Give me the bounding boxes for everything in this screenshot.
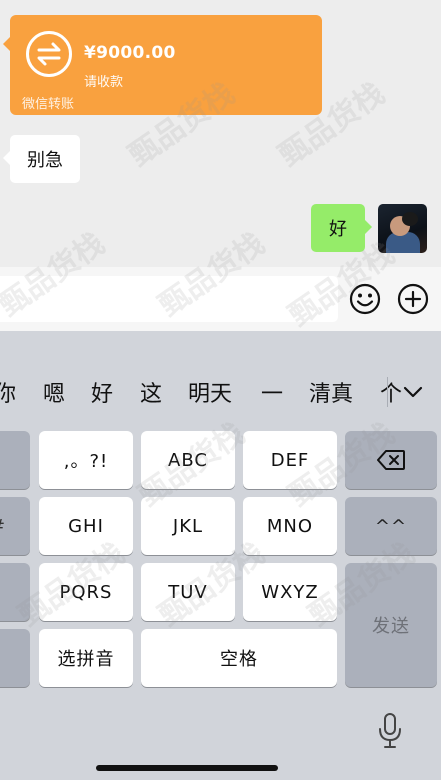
candidate-item[interactable]: 这	[140, 371, 162, 413]
transfer-icon	[26, 31, 72, 77]
keyboard: 你 嗯 好 这 明天 一 清真 个 ,。?! ABC DEF # GHI JKL…	[0, 331, 441, 780]
candidate-item[interactable]: 好	[91, 371, 113, 413]
left-function-key[interactable]	[0, 563, 30, 621]
key-wxyz[interactable]: WXYZ	[243, 563, 337, 621]
emoticon-key[interactable]: ^^	[345, 497, 437, 555]
key-abc[interactable]: ABC	[141, 431, 235, 489]
left-function-key[interactable]	[0, 431, 30, 489]
send-button[interactable]: 发送	[345, 563, 437, 687]
left-function-key[interactable]: #	[0, 497, 30, 555]
candidate-item[interactable]: 你	[0, 371, 16, 413]
sent-message[interactable]: 好	[311, 204, 372, 252]
key-pqrs[interactable]: PQRS	[39, 563, 133, 621]
left-key-label: #	[0, 516, 6, 537]
transfer-note: 请收款	[84, 75, 124, 90]
home-indicator	[96, 765, 278, 771]
key-def[interactable]: DEF	[243, 431, 337, 489]
candidate-bar: 你 嗯 好 这 明天 一 清真 个	[0, 371, 441, 413]
candidate-item[interactable]: 个	[380, 371, 402, 413]
received-message[interactable]: 别急	[3, 135, 80, 183]
select-pinyin-key[interactable]: 选拼音	[39, 629, 133, 687]
delete-key[interactable]	[345, 431, 437, 489]
key-jkl[interactable]: JKL	[141, 497, 235, 555]
candidate-item[interactable]: 一	[261, 371, 283, 413]
candidate-item[interactable]: 嗯	[43, 371, 65, 413]
chat-area: ¥9000.00 请收款 微信转账 别急 好	[0, 0, 441, 267]
transfer-amount: ¥9000.00	[84, 43, 176, 63]
transfer-source: 微信转账	[22, 97, 75, 112]
candidate-item[interactable]: 明天	[188, 371, 232, 413]
message-input[interactable]	[0, 276, 338, 322]
key-ghi[interactable]: GHI	[39, 497, 133, 555]
key-mno[interactable]: MNO	[243, 497, 337, 555]
backspace-icon	[377, 450, 405, 470]
microphone-icon[interactable]	[376, 711, 404, 751]
input-bar	[0, 267, 441, 331]
candidate-item[interactable]: 清真	[309, 371, 353, 413]
space-key[interactable]: 空格	[141, 629, 337, 687]
left-function-key[interactable]	[0, 629, 30, 687]
transfer-message[interactable]: ¥9000.00 请收款 微信转账	[3, 15, 322, 115]
emoji-icon[interactable]	[349, 283, 381, 315]
key-tuv[interactable]: TUV	[141, 563, 235, 621]
avatar[interactable]	[378, 204, 427, 253]
candidate-divider	[387, 377, 388, 407]
plus-icon[interactable]	[397, 283, 429, 315]
chevron-down-icon[interactable]	[402, 383, 424, 401]
punctuation-key[interactable]: ,。?!	[39, 431, 133, 489]
